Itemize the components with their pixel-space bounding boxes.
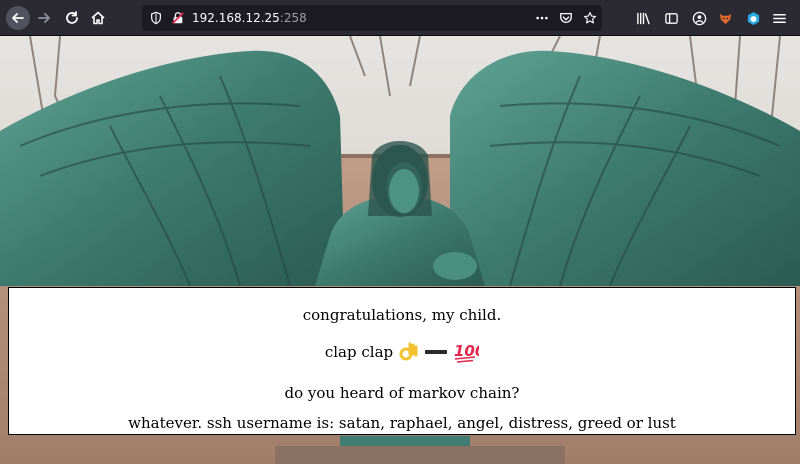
url-host: 192.168.12.25	[192, 11, 280, 25]
message-line-markov: do you heard of markov chain?	[284, 384, 520, 402]
message-line-ssh-usernames: whatever. ssh username is: satan, raphae…	[128, 414, 676, 432]
url-text[interactable]: 192.168.12.25:258	[192, 9, 307, 27]
back-button[interactable]	[6, 6, 30, 30]
forward-button[interactable]	[32, 6, 56, 30]
account-button[interactable]	[690, 9, 708, 27]
library-button[interactable]	[634, 9, 652, 27]
library-icon	[636, 12, 650, 24]
message-line-clap: clap clap 100	[9, 340, 795, 364]
site-security-button[interactable]	[170, 10, 186, 26]
tracking-protection-button[interactable]	[148, 10, 164, 26]
heavy-minus-emoji	[425, 347, 448, 357]
hundred-points-emoji: 100	[453, 340, 479, 364]
page-content: congratulations, my child. clap clap 100…	[0, 36, 800, 464]
page-actions-button[interactable]	[534, 10, 550, 26]
account-icon	[692, 11, 706, 25]
hamburger-menu-icon	[772, 13, 786, 23]
sidebar-button[interactable]	[662, 9, 680, 27]
url-port: :258	[279, 11, 307, 25]
fox-extension-icon	[719, 13, 731, 24]
arrow-right-icon	[38, 13, 50, 23]
url-bar[interactable]: 192.168.12.25:258	[142, 5, 602, 31]
ok-hand-emoji	[399, 341, 419, 363]
message-box: congratulations, my child. clap clap 100…	[8, 287, 796, 435]
insecure-lock-icon	[172, 12, 184, 24]
bookmark-star-icon	[584, 12, 596, 24]
home-button[interactable]	[86, 6, 110, 30]
clap-text: clap clap	[324, 343, 394, 361]
browser-toolbar: 192.168.12.25:258	[0, 0, 800, 36]
save-to-pocket-button[interactable]	[558, 10, 574, 26]
arrow-left-icon	[12, 13, 24, 23]
sidebar-icon	[664, 12, 678, 24]
reload-button[interactable]	[60, 6, 84, 30]
message-line-congrats: congratulations, my child.	[302, 306, 502, 324]
shield-icon	[151, 11, 161, 25]
pocket-icon	[560, 12, 572, 23]
cube-extension-button[interactable]	[744, 9, 762, 27]
home-icon	[91, 11, 105, 25]
fox-extension-button[interactable]	[716, 9, 734, 27]
bookmark-button[interactable]	[582, 10, 598, 26]
more-dots-icon	[536, 16, 548, 20]
reload-icon	[66, 11, 78, 24]
cube-extension-icon	[747, 11, 759, 25]
app-menu-button[interactable]	[770, 9, 788, 27]
